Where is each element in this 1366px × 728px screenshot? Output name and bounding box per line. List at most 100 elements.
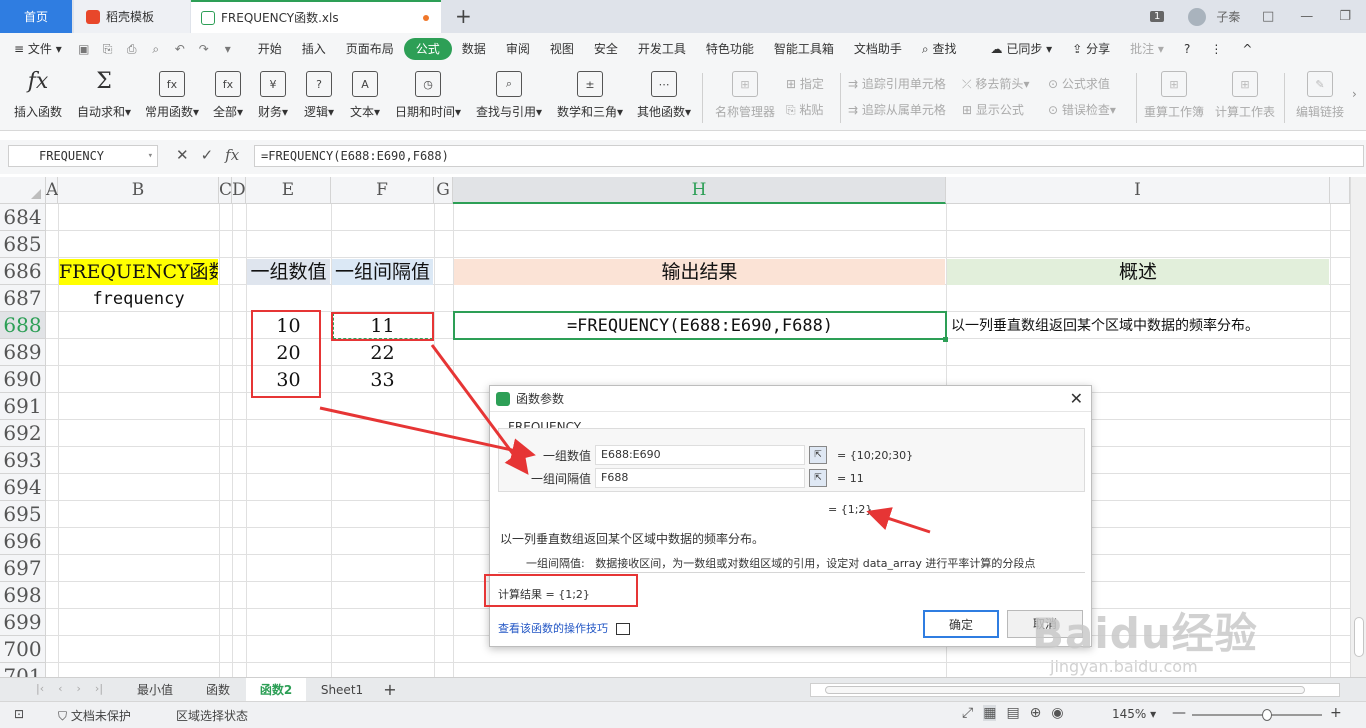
common-functions-button[interactable]: fx 常用函数▾ — [142, 69, 202, 127]
minimize-icon[interactable]: — — [1300, 9, 1313, 24]
row-header-694[interactable]: 694 — [0, 474, 46, 501]
argument-2-input[interactable]: F688 — [595, 468, 805, 488]
confirm-formula-icon[interactable]: ✓ — [201, 146, 214, 164]
autosum-button[interactable]: Σ 自动求和▾ — [74, 69, 134, 127]
zoom-in-icon[interactable]: + — [1330, 705, 1342, 721]
select-all-corner[interactable] — [0, 177, 46, 204]
help-link[interactable]: 查看该函数的操作技巧 — [498, 620, 630, 636]
sheet-tab-sheet1[interactable]: Sheet1 — [306, 678, 378, 702]
cell-f686[interactable]: 一组间隔值 — [332, 259, 433, 285]
menu-item-page-layout[interactable]: 页面布局 — [336, 38, 404, 60]
row-header-689[interactable]: 689 — [0, 339, 46, 366]
cell-h688[interactable]: =FREQUENCY(E688:E690,F688) — [455, 313, 945, 339]
row-header-697[interactable]: 697 — [0, 555, 46, 582]
name-box[interactable]: FREQUENCY ▾ — [8, 145, 158, 167]
cell-f690[interactable]: 33 — [332, 367, 433, 393]
menu-item-features[interactable]: 特色功能 — [696, 38, 764, 60]
column-header-h[interactable]: H — [453, 177, 946, 204]
datetime-button[interactable]: ◷ 日期和时间▾ — [392, 69, 464, 127]
recalc-workbook-button[interactable]: ⊞ 重算工作簿 — [1142, 69, 1206, 127]
customize-chevron-icon[interactable]: ▾ — [220, 41, 236, 57]
save-icon[interactable]: ▣ — [76, 41, 92, 57]
row-header-684[interactable]: 684 — [0, 204, 46, 231]
row-header-688[interactable]: 688 — [0, 312, 46, 339]
cell-b687[interactable]: frequency — [59, 286, 218, 312]
other-functions-button[interactable]: ⋯ 其他函数▾ — [634, 69, 694, 127]
collapse-ribbon-icon[interactable]: ^ — [1232, 38, 1262, 60]
paste-button[interactable]: ⎘ 粘贴 — [786, 101, 823, 118]
ribbon-scroll-right-icon[interactable]: › — [1352, 87, 1357, 101]
cell-f689[interactable]: 22 — [332, 340, 433, 366]
row-header-687[interactable]: 687 — [0, 285, 46, 312]
remove-arrows-button[interactable]: ⤫ 移去箭头▾ — [962, 75, 1029, 92]
menu-item-doc-assistant[interactable]: 文档助手 — [844, 38, 912, 60]
math-button[interactable]: ± 数学和三角▾ — [554, 69, 626, 127]
cancel-formula-icon[interactable]: ✕ — [176, 146, 189, 164]
tab-docer[interactable]: 稻壳模板 — [74, 0, 190, 33]
row-header-693[interactable]: 693 — [0, 447, 46, 474]
print-preview-icon[interactable]: ⌕ — [148, 41, 164, 57]
calc-sheet-button[interactable]: ⊞ 计算工作表 — [1212, 69, 1278, 127]
sync-status[interactable]: ☁ 已同步 ▾ — [981, 38, 1063, 60]
protect-status[interactable]: ⛉ 文档未保护 — [58, 707, 131, 724]
normal-view-icon[interactable]: ▦ — [983, 705, 997, 721]
tab-home[interactable]: 首页 — [0, 0, 72, 33]
column-header-g[interactable]: G — [434, 177, 453, 204]
redo-icon[interactable]: ↷ — [196, 41, 212, 57]
argument-1-input[interactable]: E688:E690 — [595, 445, 805, 465]
user-name[interactable]: 子秦 — [1216, 8, 1240, 25]
zoom-out-icon[interactable]: — — [1172, 705, 1186, 721]
chevron-down-icon[interactable]: ▾ — [148, 146, 153, 166]
menu-item-dev-tools[interactable]: 开发工具 — [628, 38, 696, 60]
menu-item-review[interactable]: 审阅 — [496, 38, 540, 60]
workspace-badge[interactable]: 1 — [1150, 11, 1165, 22]
zoom-slider[interactable] — [1192, 709, 1322, 721]
cell-h686[interactable]: 输出结果 — [454, 259, 945, 285]
sheet-tab-min[interactable]: 最小值 — [120, 678, 190, 702]
vertical-scroll-thumb[interactable] — [1354, 617, 1364, 657]
menu-item-view[interactable]: 视图 — [540, 38, 584, 60]
cell-i688[interactable]: 以一列垂直数组返回某个区域中数据的频率分布。 — [951, 313, 1329, 339]
column-header-f[interactable]: F — [331, 177, 434, 204]
row-header-685[interactable]: 685 — [0, 231, 46, 258]
sheet-tab-function2[interactable]: 函数2 — [246, 678, 306, 702]
export-icon[interactable]: ⎘ — [100, 41, 116, 57]
first-sheet-icon[interactable]: |‹ — [36, 682, 44, 695]
column-header-b[interactable]: B — [58, 177, 219, 204]
range-picker-icon[interactable]: ⇱ — [809, 446, 827, 464]
column-header-e[interactable]: E — [246, 177, 331, 204]
error-check-button[interactable]: ⊙ 错误检查▾ — [1048, 101, 1116, 118]
row-header-692[interactable]: 692 — [0, 420, 46, 447]
cell-e686[interactable]: 一组数值 — [247, 259, 330, 285]
share-button[interactable]: ⇪ 分享 — [1062, 38, 1120, 60]
menu-item-security[interactable]: 安全 — [584, 38, 628, 60]
row-header-701[interactable]: 701 — [0, 663, 46, 677]
formula-input[interactable]: =FREQUENCY(E688:E690,F688) — [254, 145, 1364, 167]
undo-icon[interactable]: ↶ — [172, 41, 188, 57]
row-header-690[interactable]: 690 — [0, 366, 46, 393]
insert-function-button[interactable]: fx 插入函数 — [10, 69, 66, 127]
row-header-698[interactable]: 698 — [0, 582, 46, 609]
horizontal-scrollbar[interactable] — [810, 683, 1340, 697]
lookup-button[interactable]: ⌕ 查找与引用▾ — [472, 69, 546, 127]
search-button[interactable]: ⌕ 查找 — [912, 38, 967, 60]
range-picker-icon[interactable]: ⇱ — [809, 469, 827, 487]
fullscreen-icon[interactable]: ⤢ — [962, 705, 973, 721]
macro-icon[interactable]: ⊡ — [14, 707, 24, 721]
menu-item-smart-toolbox[interactable]: 智能工具箱 — [764, 38, 844, 60]
trace-dependents-button[interactable]: ⇉ 追踪从属单元格 — [848, 101, 946, 118]
menu-item-start[interactable]: 开始 — [248, 38, 292, 60]
avatar[interactable] — [1188, 7, 1207, 26]
page-layout-icon[interactable]: ▤ — [1006, 705, 1019, 721]
tab-file[interactable]: FREQUENCY函数.xls — [191, 0, 441, 33]
evaluate-formula-button[interactable]: ⊙ 公式求值 — [1048, 75, 1110, 92]
add-sheet-plus-icon[interactable]: + — [380, 678, 400, 702]
finance-button[interactable]: ¥ 财务▾ — [254, 69, 292, 127]
new-tab-plus-icon[interactable]: + — [455, 4, 472, 28]
name-manager-button[interactable]: ⊞ 名称管理器 — [712, 69, 778, 127]
all-functions-button[interactable]: fx 全部▾ — [210, 69, 246, 127]
menu-item-insert[interactable]: 插入 — [292, 38, 336, 60]
cell-b686[interactable]: FREQUENCY函数 — [59, 259, 218, 285]
cancel-button[interactable]: 取消 — [1007, 610, 1083, 638]
file-menu[interactable]: ≡ 文件 ▾ — [0, 38, 72, 60]
